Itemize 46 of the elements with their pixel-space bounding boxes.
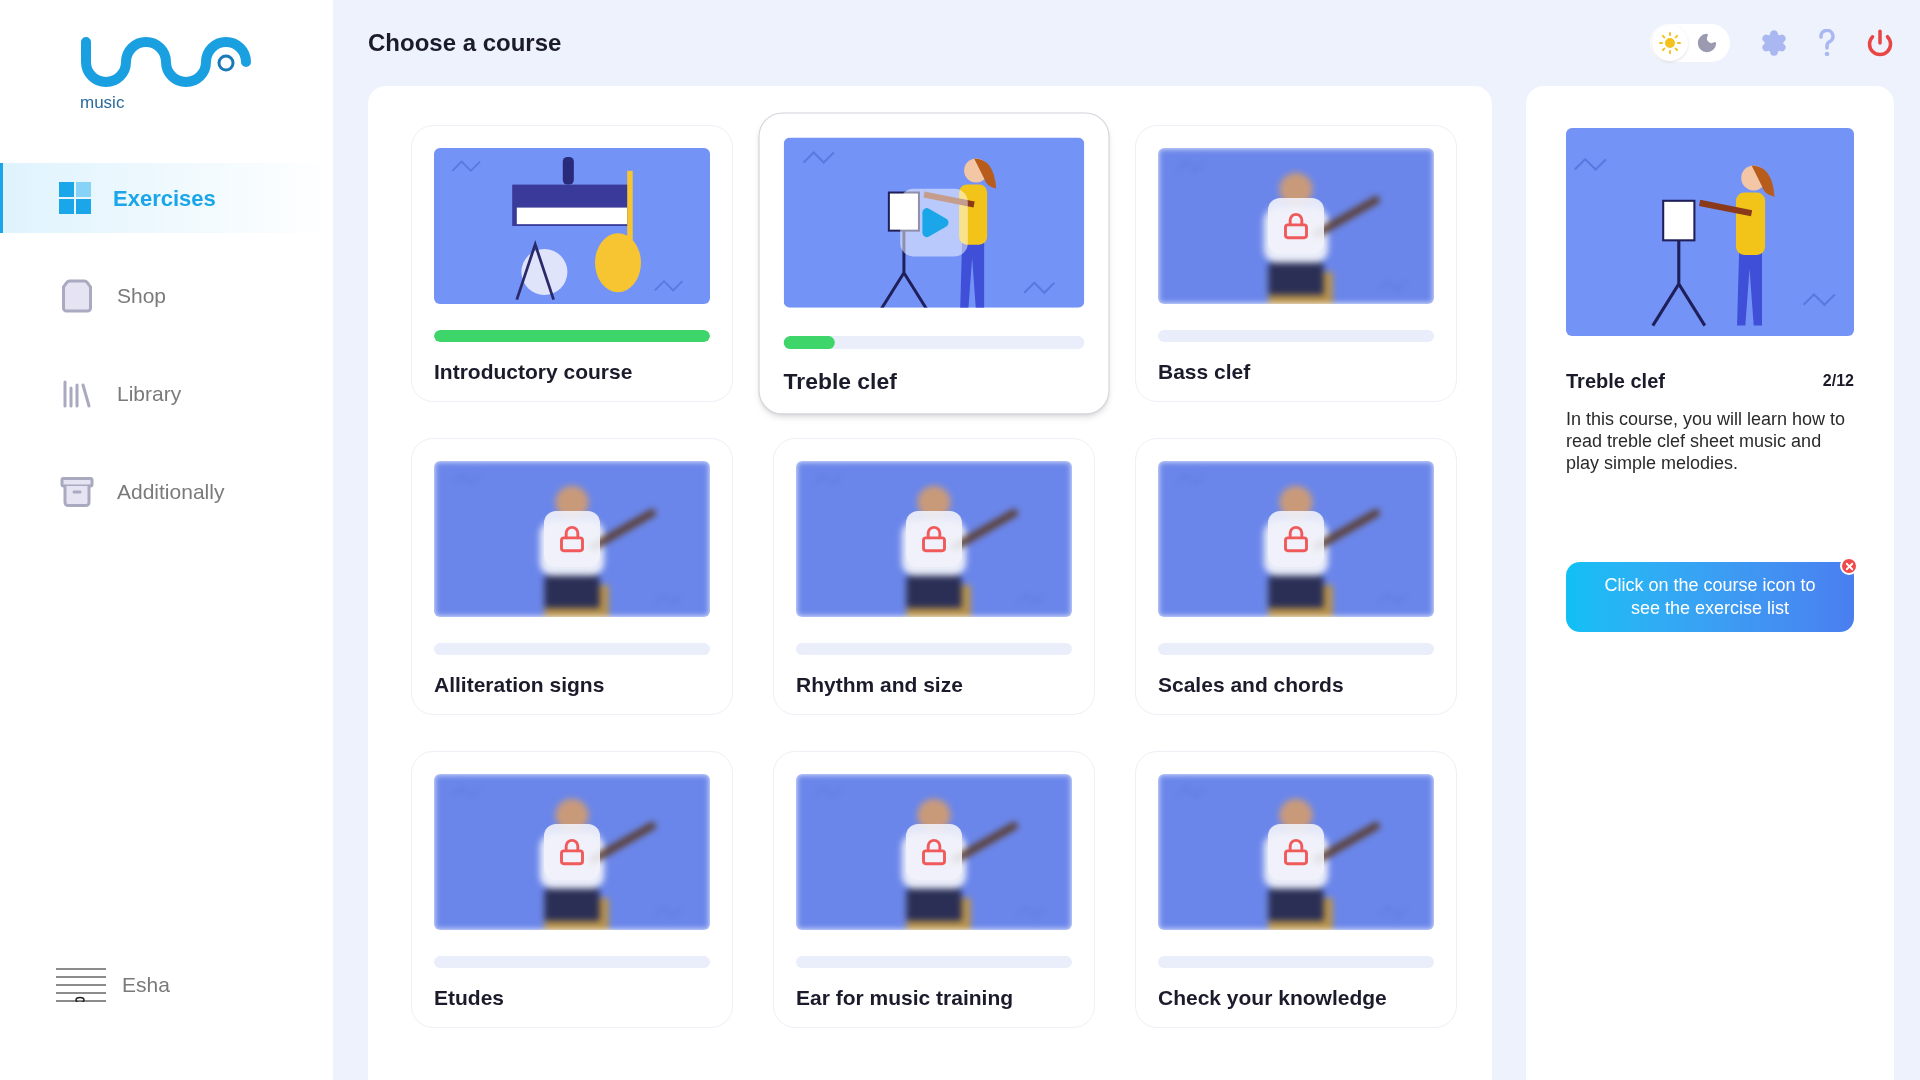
details-title: Treble clef xyxy=(1566,369,1665,394)
course-title: Etudes xyxy=(434,985,505,1011)
course-title: Ear for music training xyxy=(796,985,1015,1011)
lock-icon xyxy=(558,525,586,553)
nav-item[interactable]: Additionally xyxy=(0,457,333,527)
course-title: Scales and chords xyxy=(1158,672,1345,698)
grid-icon xyxy=(59,182,91,214)
course-title: Alliteration signs xyxy=(434,672,606,698)
user-name: Esha xyxy=(122,972,170,999)
course-card[interactable]: Etudes xyxy=(411,751,733,1028)
close-button[interactable] xyxy=(1840,557,1858,575)
details-description: In this course, you will learn how to read treble clef sheet music and play simple melodies. xyxy=(1566,408,1847,474)
hint-tooltip: Click on the course icon to see the exercise list xyxy=(1566,562,1854,632)
course-title: Bass clef xyxy=(1158,359,1252,385)
moon-icon xyxy=(1696,32,1718,54)
course-card[interactable]: Alliteration signs xyxy=(411,438,733,715)
course-title: Check your knowledge xyxy=(1158,985,1388,1011)
course-card[interactable]: Bass clef xyxy=(1135,125,1457,402)
course-title: Introductory course xyxy=(434,359,634,385)
staff-icon xyxy=(56,968,106,1002)
course-card[interactable]: Ear for music training xyxy=(773,751,1095,1028)
exercise-count: 2/12 xyxy=(1822,371,1854,391)
course-card[interactable]: Introductory course xyxy=(411,125,733,402)
lock-icon xyxy=(920,838,948,866)
lock-icon xyxy=(920,525,948,553)
course-card[interactable]: Check your knowledge xyxy=(1135,751,1457,1028)
page-title: Choose a course xyxy=(368,28,562,58)
close-icon xyxy=(1843,560,1855,572)
nav-item[interactable]: Library xyxy=(0,359,333,429)
power-icon[interactable] xyxy=(1866,29,1894,57)
archive-icon xyxy=(59,474,95,510)
lock-icon xyxy=(1282,525,1310,553)
course-card[interactable]: Scales and chords xyxy=(1135,438,1457,715)
lock-icon xyxy=(558,838,586,866)
course-title: Treble clef xyxy=(783,367,898,396)
nav-item[interactable]: Shop xyxy=(0,261,333,331)
logo-subtitle: music xyxy=(80,94,126,111)
theme-toggle[interactable] xyxy=(1650,24,1730,62)
help-icon[interactable] xyxy=(1818,29,1836,57)
lock-icon xyxy=(1282,212,1310,240)
course-card[interactable]: Treble clef xyxy=(758,112,1110,415)
course-card[interactable]: Rhythm and size xyxy=(773,438,1095,715)
play-badge[interactable] xyxy=(900,188,968,257)
lock-icon xyxy=(1282,838,1310,866)
sun-icon xyxy=(1658,31,1682,55)
course-title: Rhythm and size xyxy=(796,672,964,698)
